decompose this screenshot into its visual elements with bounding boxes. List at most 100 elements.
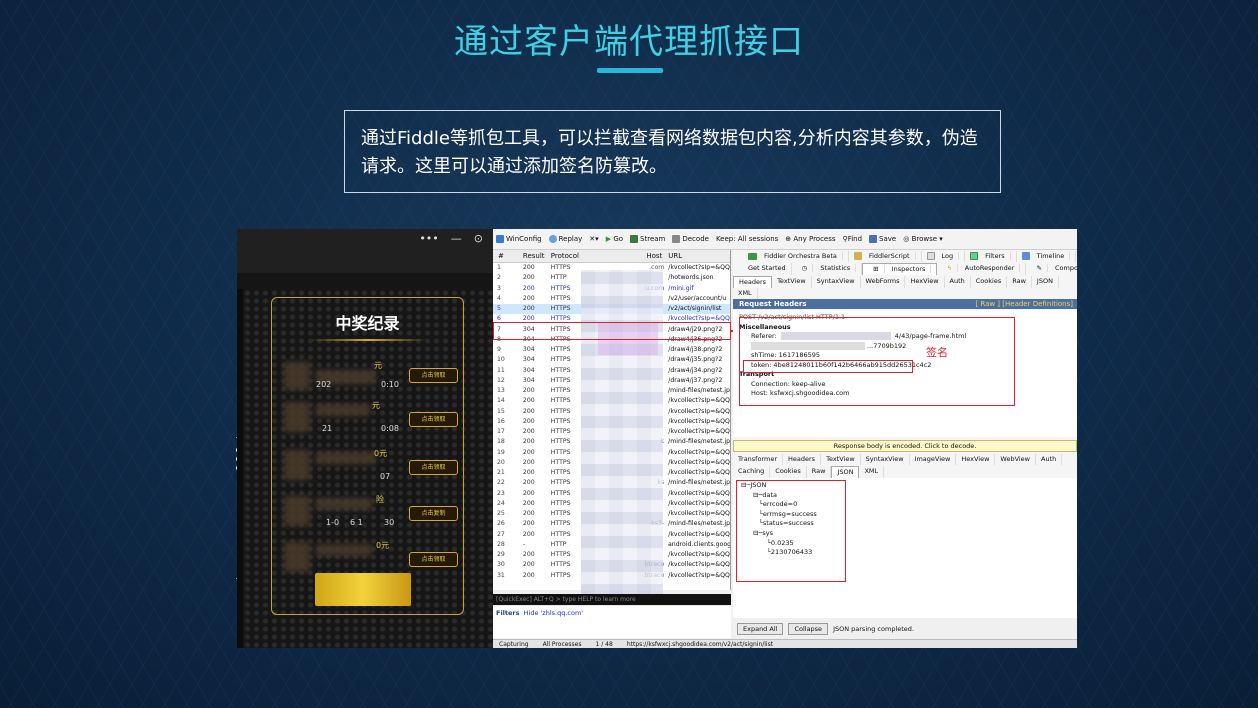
tab-resp-raw[interactable]: Raw: [807, 466, 832, 478]
top-tabs-row1: Fiddler Orchestra Beta FiddlerScript Log…: [733, 251, 1077, 262]
keep-sessions-dropdown[interactable]: Keep: All sessions: [716, 235, 778, 243]
prize-title: 中奖纪录: [335, 314, 400, 333]
session-cell: 20: [497, 458, 505, 466]
go-button[interactable]: ▶ Go: [606, 235, 623, 243]
remove-button[interactable]: ✕▾: [589, 235, 598, 243]
col-url[interactable]: URL: [668, 250, 730, 262]
prize-row: 险 1-0 6 1 30 点击复制: [276, 492, 459, 530]
col-number[interactable]: #: [493, 250, 523, 262]
session-cell: /kvcollect?sIp=&QQ: [668, 469, 730, 476]
session-cell: 21: [497, 469, 505, 476]
header-links[interactable]: [ Raw ] [Header Definitions]: [975, 299, 1073, 309]
tab-resp-imageview[interactable]: ImageView: [910, 454, 957, 465]
tab-statistics[interactable]: ◷ Statistics: [792, 263, 863, 275]
session-cell: /mini.gif: [668, 284, 694, 292]
replay-button[interactable]: Replay: [548, 235, 582, 243]
tab-inspectors[interactable]: ⊞ Inspectors: [862, 263, 938, 275]
lightning-icon: ϟ: [942, 264, 958, 272]
minimize-icon[interactable]: —: [451, 232, 462, 245]
session-cell: 12: [497, 376, 505, 384]
tab-req-auth[interactable]: Auth: [945, 276, 971, 288]
session-cell: 1: [497, 264, 501, 271]
stream-button[interactable]: Stream: [630, 235, 665, 243]
winconfig-button[interactable]: WinConfig: [496, 235, 542, 243]
tab-composer[interactable]: ✎ Composer: [1026, 263, 1077, 275]
inspect-icon: ⊞: [868, 265, 885, 273]
save-button[interactable]: Save: [869, 235, 896, 243]
tab-req-xml[interactable]: XML: [733, 288, 758, 299]
session-list[interactable]: # Result Protocol Host URL 1 200 HTTPS .com…: [493, 250, 741, 620]
more-icon[interactable]: •••: [419, 232, 438, 245]
process-filter[interactable]: All Processes: [543, 640, 582, 648]
capturing-status[interactable]: Capturing: [499, 640, 529, 648]
session-cell: android.clients.goog: [668, 540, 730, 548]
tab-req-webforms[interactable]: WebForms: [861, 276, 906, 288]
session-cell: /kvcollect?sIp=&QQ: [668, 489, 730, 497]
tab-orchestra[interactable]: Fiddler Orchestra Beta: [743, 251, 849, 262]
tab-req-json[interactable]: JSON: [1032, 276, 1059, 288]
expand-all-button[interactable]: Expand All: [737, 622, 784, 635]
session-cell: 200: [522, 428, 535, 435]
tab-resp-auth[interactable]: Auth: [1036, 454, 1063, 465]
tab-req-hexview[interactable]: HexView: [905, 276, 945, 288]
decode-button[interactable]: Decode: [672, 235, 709, 243]
filters-value[interactable]: Hide 'zhls.qq.com': [524, 609, 583, 617]
col-host[interactable]: Host: [607, 250, 669, 262]
status-url: https://ksfwxcj.shgoodidea.com/v2/act/si…: [626, 641, 774, 648]
checkbox-icon: [970, 252, 979, 260]
tab-req-raw[interactable]: Raw: [1007, 276, 1032, 288]
tab-timeline[interactable]: Timeline: [1017, 251, 1077, 262]
tab-fiddlerscript[interactable]: FiddlerScript: [849, 251, 922, 262]
tab-resp-cookies[interactable]: Cookies: [770, 466, 807, 478]
collapse-button[interactable]: Collapse: [788, 622, 829, 635]
tab-req-syntaxview[interactable]: SyntaxView: [812, 276, 861, 288]
claim-button[interactable]: 点击领取: [409, 552, 458, 567]
quickexec-input[interactable]: [QuickExec] ALT+Q > type HELP to learn m…: [493, 594, 731, 605]
session-cell: 200: [522, 264, 535, 271]
tab-resp-transformer[interactable]: Transformer: [733, 454, 784, 465]
tab-log[interactable]: Log: [922, 251, 966, 262]
claim-button[interactable]: 点击领取: [409, 368, 458, 383]
col-protocol[interactable]: Protocol: [551, 250, 607, 262]
copy-button[interactable]: 点击复制: [409, 506, 458, 521]
col-result[interactable]: Result: [523, 250, 551, 262]
tab-req-textview[interactable]: TextView: [772, 276, 812, 288]
target-icon[interactable]: ⊙: [474, 232, 483, 245]
phone-titlebar: ••• — ⊙: [237, 229, 493, 273]
claim-button[interactable]: 点击领取: [409, 412, 458, 427]
session-cell: /mind-files/netest.jp: [668, 479, 730, 487]
tab-resp-caching[interactable]: Caching: [733, 466, 771, 478]
claim-button[interactable]: 点击领取: [409, 460, 458, 475]
clock-icon: ◷: [796, 264, 814, 272]
tab-req-cookies[interactable]: Cookies: [971, 276, 1008, 288]
browse-button[interactable]: ◎ Browse ▾: [903, 235, 943, 243]
any-process-button[interactable]: ⊕ Any Process: [785, 235, 835, 243]
tab-resp-syntaxview[interactable]: SyntaxView: [861, 454, 910, 465]
tab-resp-json[interactable]: JSON: [831, 466, 860, 478]
tab-autoresponder[interactable]: ϟ AutoResponder: [937, 263, 1027, 275]
find-button[interactable]: ⚲Find: [843, 235, 862, 243]
decode-banner[interactable]: Response body is encoded. Click to decod…: [733, 440, 1077, 452]
tab-resp-textview[interactable]: TextView: [821, 454, 861, 465]
session-cell: 30: [497, 561, 505, 569]
json-footer: Expand All Collapse JSON parsing complet…: [733, 618, 1077, 639]
compose-icon: ✎: [1031, 264, 1048, 272]
tab-req-headers[interactable]: Headers: [733, 276, 773, 288]
replay-icon: [548, 235, 557, 243]
session-cell: /draw4/j37.png?2: [668, 376, 723, 384]
session-cell: 200: [522, 499, 535, 507]
session-cell: /kvcollect?sIp=&QQ: [668, 499, 730, 507]
session-cell: 4: [497, 294, 501, 302]
request-tabs-2: XML: [733, 288, 1077, 299]
play-icon: ▶: [605, 235, 612, 243]
tab-resp-xml[interactable]: XML: [859, 466, 885, 478]
session-cell: /kvcollect?sIp=&QQ: [668, 561, 730, 569]
tab-resp-webview[interactable]: WebView: [995, 454, 1037, 465]
gold-button[interactable]: [315, 573, 411, 606]
tab-resp-hexview[interactable]: HexView: [956, 454, 996, 465]
tab-resp-headers[interactable]: Headers: [783, 454, 822, 465]
session-cell: 31: [497, 571, 505, 579]
tab-filters[interactable]: Filters: [965, 251, 1017, 262]
fiddler-toolbar: WinConfig Replay ✕▾ ▶ Go Stream Decode K…: [493, 229, 1077, 250]
tab-get-started[interactable]: Get Started: [743, 263, 792, 275]
